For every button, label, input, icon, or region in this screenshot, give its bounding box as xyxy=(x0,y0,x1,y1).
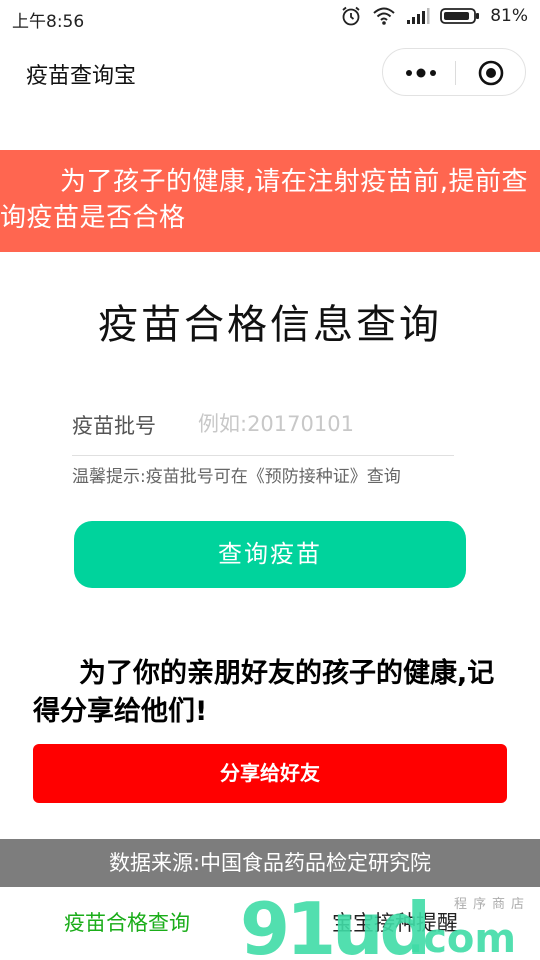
page-title: 疫苗查询宝 xyxy=(26,64,137,89)
wifi-icon xyxy=(373,7,395,25)
battery-icon xyxy=(440,8,480,24)
close-mini-program-icon[interactable] xyxy=(477,59,505,87)
share-to-friends-button[interactable]: 分享给好友 xyxy=(33,744,507,803)
warning-banner: 为了孩子的健康,请在注射疫苗前,提前查询疫苗是否合格 xyxy=(0,150,540,252)
batch-number-row: 疫苗批号 xyxy=(72,400,454,456)
status-icons: 81% xyxy=(340,5,528,27)
signal-icon xyxy=(407,8,430,24)
status-bar: 上午8:56 81% xyxy=(0,0,540,36)
share-message: 为了你的亲朋好友的孩子的健康,记得分享给他们! xyxy=(33,658,495,727)
alarm-icon xyxy=(342,6,360,26)
status-time: 上午8:56 xyxy=(12,12,85,32)
data-source-bar: 数据来源:中国食品药品检定研究院 xyxy=(0,839,540,887)
batch-number-label: 疫苗批号 xyxy=(72,414,156,438)
banner-text: 为了孩子的健康,请在注射疫苗前,提前查询疫苗是否合格 xyxy=(0,167,529,233)
battery-level: 81% xyxy=(490,6,528,26)
nav-bar: 疫苗查询宝 xyxy=(0,36,540,110)
batch-number-hint: 温馨提示:疫苗批号可在《预防接种证》查询 xyxy=(72,467,401,487)
capsule-divider xyxy=(455,61,456,85)
more-icon[interactable] xyxy=(403,63,439,83)
tab-vaccination-reminder[interactable]: 宝宝接种提醒 xyxy=(332,907,458,937)
tab-bar: 疫苗合格查询 宝宝接种提醒 xyxy=(0,887,540,960)
query-vaccine-button[interactable]: 查询疫苗 xyxy=(74,521,466,588)
tab-vaccine-query[interactable]: 疫苗合格查询 xyxy=(64,907,190,937)
batch-number-input[interactable] xyxy=(198,404,448,444)
mini-program-capsule xyxy=(382,48,526,96)
query-heading: 疫苗合格信息查询 xyxy=(98,302,442,348)
